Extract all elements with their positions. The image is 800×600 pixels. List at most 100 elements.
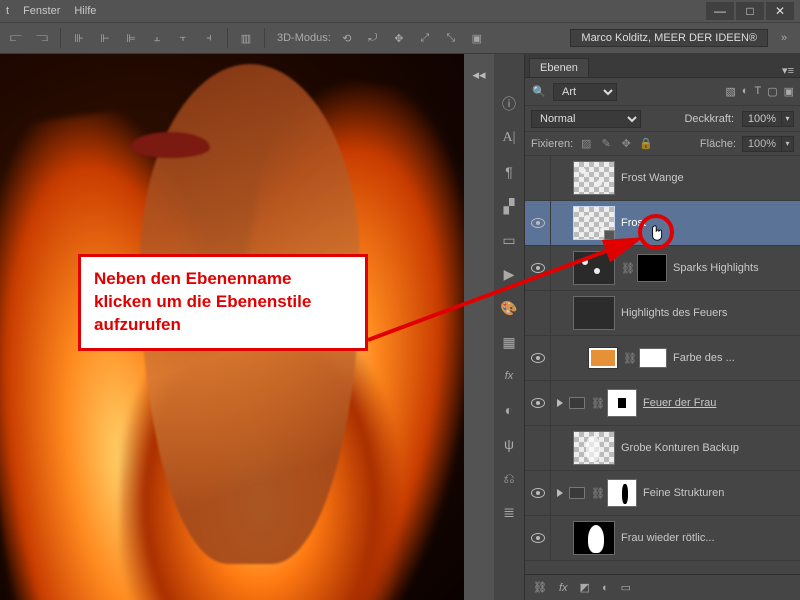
filter-adjust-icon[interactable]: ◐ bbox=[742, 85, 749, 98]
visibility-toggle[interactable] bbox=[525, 156, 551, 200]
search-button-icon[interactable]: » bbox=[774, 28, 794, 48]
menu-item-t[interactable]: t bbox=[6, 5, 9, 17]
info-panel-icon[interactable]: ⓘ bbox=[497, 92, 521, 116]
paragraph-panel-icon[interactable]: ¶ bbox=[497, 160, 521, 184]
visibility-toggle[interactable] bbox=[525, 246, 551, 290]
navigator-panel-icon[interactable]: ▭ bbox=[497, 228, 521, 252]
layer-thumbnail[interactable] bbox=[573, 431, 615, 465]
distribute-icon-2[interactable]: ⊩ bbox=[95, 28, 115, 48]
lock-all-icon[interactable]: 🔒 bbox=[639, 137, 653, 151]
distribute-icon-1[interactable]: ⊪ bbox=[69, 28, 89, 48]
fill-value[interactable]: 100% bbox=[742, 136, 782, 152]
workspace-selector[interactable]: Marco Kolditz, MEER DER IDEEN® bbox=[570, 29, 768, 47]
3d-orbit-icon[interactable]: ⟲ bbox=[337, 28, 357, 48]
layer-row-farbe[interactable]: ⛓ Farbe des ... bbox=[525, 336, 800, 381]
fill-swatch[interactable] bbox=[589, 348, 617, 368]
actions-panel-icon[interactable]: ▶ bbox=[497, 262, 521, 286]
layer-row-frost-wange[interactable]: Frost Wange bbox=[525, 156, 800, 201]
visibility-toggle[interactable] bbox=[525, 516, 551, 560]
layer-row-sparks[interactable]: ⛓ Sparks Highlights bbox=[525, 246, 800, 291]
history-panel-icon[interactable]: ≣ bbox=[497, 500, 521, 524]
distribute-icon-6[interactable]: ⫞ bbox=[199, 28, 219, 48]
menu-item-hilfe[interactable]: Hilfe bbox=[74, 5, 96, 17]
strip-expand-icon[interactable]: ◂◂ bbox=[468, 64, 490, 86]
filter-type-icon[interactable]: T bbox=[754, 85, 761, 98]
align-icon-1[interactable]: ⫍ bbox=[6, 28, 26, 48]
blend-mode-select[interactable]: Normal bbox=[531, 110, 641, 128]
expand-triangle-icon[interactable] bbox=[557, 399, 563, 407]
align-icon-2[interactable]: ⫎ bbox=[32, 28, 52, 48]
filter-shape-icon[interactable]: ▢ bbox=[767, 85, 777, 98]
filter-pixel-icon[interactable]: ▧ bbox=[725, 85, 735, 98]
layers-tab[interactable]: Ebenen bbox=[529, 58, 589, 77]
distribute-icon-4[interactable]: ⫠ bbox=[147, 28, 167, 48]
expand-triangle-icon[interactable] bbox=[557, 489, 563, 497]
layer-thumbnail[interactable] bbox=[573, 296, 615, 330]
layer-fx-icon[interactable]: fx bbox=[559, 582, 568, 594]
adjustments-panel-icon[interactable]: ◐ bbox=[497, 398, 521, 422]
character-panel-icon[interactable]: A| bbox=[497, 126, 521, 150]
layer-row-feine-strukturen[interactable]: ⛓ Feine Strukturen bbox=[525, 471, 800, 516]
layer-row-grobe-konturen[interactable]: Grobe Konturen Backup bbox=[525, 426, 800, 471]
clone-panel-icon[interactable]: ⎌ bbox=[497, 466, 521, 490]
3d-roll-icon[interactable]: ⤾ bbox=[363, 28, 383, 48]
window-minimize-button[interactable]: — bbox=[706, 2, 734, 20]
filter-type-select[interactable]: Art bbox=[553, 83, 617, 101]
layer-name[interactable]: Highlights des Feuers bbox=[621, 307, 794, 319]
window-maximize-button[interactable]: □ bbox=[736, 2, 764, 20]
layer-name[interactable]: Sparks Highlights bbox=[673, 262, 794, 274]
lock-transparency-icon[interactable]: ▨ bbox=[579, 137, 593, 151]
brush-panel-icon[interactable]: ψ bbox=[497, 432, 521, 456]
lock-pixels-icon[interactable]: ✎ bbox=[599, 137, 613, 151]
link-layers-icon[interactable]: ⛓ bbox=[533, 581, 547, 594]
visibility-toggle[interactable] bbox=[525, 291, 551, 335]
link-icon[interactable]: ⛓ bbox=[591, 487, 601, 500]
3d-pan-icon[interactable]: ✥ bbox=[389, 28, 409, 48]
panel-menu-icon[interactable]: ▾≡ bbox=[776, 64, 800, 77]
layer-name[interactable]: Grobe Konturen Backup bbox=[621, 442, 794, 454]
link-icon[interactable]: ⛓ bbox=[591, 397, 601, 410]
group-icon[interactable]: ▭ bbox=[621, 581, 631, 594]
mask-thumbnail[interactable] bbox=[607, 389, 637, 417]
color-panel-icon[interactable]: 🎨 bbox=[497, 296, 521, 320]
layer-thumbnail[interactable] bbox=[573, 206, 615, 240]
mask-thumbnail[interactable] bbox=[637, 254, 667, 282]
opacity-value[interactable]: 100% bbox=[742, 111, 782, 127]
distribute-icon-3[interactable]: ⊫ bbox=[121, 28, 141, 48]
histogram-panel-icon[interactable]: ▞ bbox=[497, 194, 521, 218]
layer-name[interactable]: Farbe des ... bbox=[673, 352, 794, 364]
visibility-toggle[interactable] bbox=[525, 336, 551, 380]
visibility-toggle[interactable] bbox=[525, 426, 551, 470]
styles-panel-icon[interactable]: fx bbox=[497, 364, 521, 388]
link-icon[interactable]: ⛓ bbox=[621, 262, 631, 275]
layer-thumbnail[interactable] bbox=[573, 251, 615, 285]
opacity-dropdown-icon[interactable]: ▾ bbox=[782, 111, 794, 127]
layer-thumbnail[interactable] bbox=[573, 161, 615, 195]
layer-mask-icon[interactable]: ◩ bbox=[580, 581, 590, 594]
distribute-icon-5[interactable]: ⫟ bbox=[173, 28, 193, 48]
menu-item-fenster[interactable]: Fenster bbox=[23, 5, 60, 17]
visibility-toggle[interactable] bbox=[525, 471, 551, 515]
layer-name[interactable]: Frau wieder rötlic... bbox=[621, 532, 794, 544]
swatches-panel-icon[interactable]: ▦ bbox=[497, 330, 521, 354]
mask-thumbnail[interactable] bbox=[639, 348, 667, 368]
layer-name[interactable]: Frost bbox=[621, 217, 794, 229]
window-close-button[interactable]: ✕ bbox=[766, 2, 794, 20]
layer-name[interactable]: Feuer der Frau bbox=[643, 397, 794, 409]
3d-scale-icon[interactable]: ⤡ bbox=[441, 28, 461, 48]
link-icon[interactable]: ⛓ bbox=[623, 352, 633, 365]
layer-row-highlights-feuer[interactable]: Highlights des Feuers bbox=[525, 291, 800, 336]
lock-position-icon[interactable]: ✥ bbox=[619, 137, 633, 151]
visibility-toggle[interactable] bbox=[525, 201, 551, 245]
visibility-toggle[interactable] bbox=[525, 381, 551, 425]
filter-smart-icon[interactable]: ▣ bbox=[784, 85, 794, 98]
auto-align-icon[interactable]: ▥ bbox=[236, 28, 256, 48]
layer-name[interactable]: Frost Wange bbox=[621, 172, 794, 184]
3d-slide-icon[interactable]: ⤢ bbox=[415, 28, 435, 48]
layer-row-feuer-frau[interactable]: ⛓ Feuer der Frau bbox=[525, 381, 800, 426]
3d-camera-icon[interactable]: ▣ bbox=[467, 28, 487, 48]
layer-row-frau-roetlich[interactable]: Frau wieder rötlic... bbox=[525, 516, 800, 561]
mask-thumbnail[interactable] bbox=[607, 479, 637, 507]
mask-thumbnail[interactable] bbox=[573, 521, 615, 555]
layer-name[interactable]: Feine Strukturen bbox=[643, 487, 794, 499]
